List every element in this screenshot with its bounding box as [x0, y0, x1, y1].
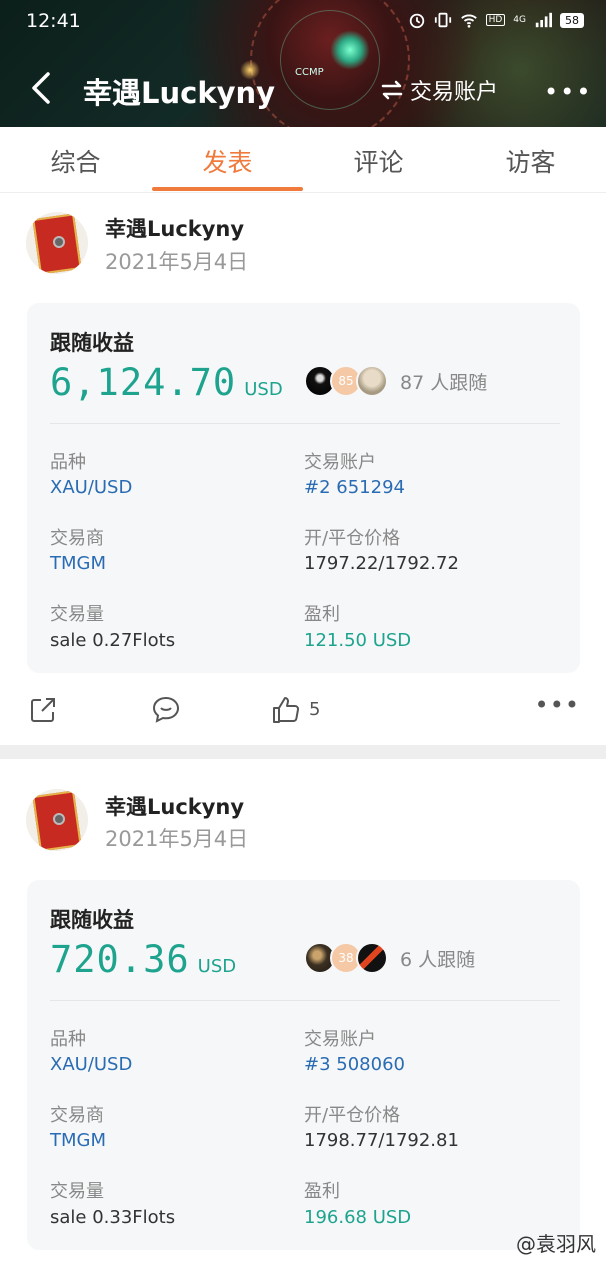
battery-icon: 58: [560, 12, 584, 28]
profile-tabs: 综合 发表 评论 访客: [0, 127, 606, 193]
broker-value[interactable]: TMGM: [50, 1130, 106, 1151]
followers-group[interactable]: 85 87 人跟随: [304, 365, 487, 397]
trade-card[interactable]: 跟随收益 6,124.70 USD 85 87 人跟随 品种 XAU/USD 交易…: [27, 303, 580, 673]
post-actions: 5 •••: [0, 685, 606, 735]
volume-value: sale 0.33Flots: [50, 1207, 176, 1228]
switch-account-button[interactable]: 交易账户: [380, 74, 498, 106]
active-tab-indicator: [152, 187, 303, 191]
avatar[interactable]: [26, 789, 88, 851]
broker-label: 交易商: [50, 528, 104, 549]
page-title: 幸遇Luckyny: [83, 76, 276, 110]
account-value[interactable]: #3 508060: [304, 1054, 405, 1075]
follow-profit-label: 跟随收益: [50, 331, 134, 355]
like-icon[interactable]: [271, 695, 301, 725]
status-time: 12:41: [26, 10, 81, 32]
volume-label: 交易量: [50, 1181, 104, 1202]
follow-profit-label: 跟随收益: [50, 908, 134, 932]
status-icons: HD 4G 58: [408, 11, 584, 29]
follow-profit-amount: 6,124.70 USD: [50, 361, 283, 404]
price-value: 1798.77/1792.81: [304, 1130, 459, 1151]
signal-icon: [535, 12, 552, 28]
tab-comments[interactable]: 评论: [303, 143, 454, 179]
tab-visitors[interactable]: 访客: [455, 143, 606, 179]
wifi-icon: [460, 14, 477, 28]
profit-value: 196.68 USD: [304, 1207, 412, 1228]
followers-count: 87 人跟随: [400, 371, 488, 394]
symbol-label: 品种: [50, 452, 86, 473]
back-arrow-icon[interactable]: [28, 70, 54, 106]
comment-icon[interactable]: [151, 695, 181, 725]
vibrate-icon: [434, 12, 451, 28]
alarm-icon: [409, 13, 424, 29]
account-value[interactable]: #2 651294: [304, 477, 405, 498]
broker-value[interactable]: TMGM: [50, 553, 106, 574]
like-count: 5: [309, 699, 321, 720]
followers-count: 6 人跟随: [400, 948, 476, 971]
watermark: @袁羽风: [516, 1232, 596, 1256]
follow-profit-amount: 720.36 USD: [50, 938, 237, 981]
profit-value: 121.50 USD: [304, 630, 412, 651]
post-date: 2021年5月4日: [105, 827, 249, 851]
account-label: 交易账户: [304, 1029, 376, 1050]
symbol-value[interactable]: XAU/USD: [50, 1054, 132, 1075]
symbol-label: 品种: [50, 1029, 86, 1050]
post-more-icon[interactable]: •••: [535, 691, 580, 719]
price-label: 开/平仓价格: [304, 528, 401, 549]
banner-decoration: [330, 30, 370, 70]
follower-avatar: [356, 365, 388, 397]
trade-card[interactable]: 跟随收益 720.36 USD 38 6 人跟随 品种 XAU/USD 交易账户 …: [27, 880, 580, 1250]
avatar[interactable]: [26, 212, 88, 274]
followers-group[interactable]: 38 6 人跟随: [304, 942, 475, 974]
post-author[interactable]: 幸遇Luckyny: [105, 213, 244, 243]
hd-badge: HD: [485, 14, 506, 26]
volume-value: sale 0.27Flots: [50, 630, 176, 651]
swap-icon: [381, 80, 403, 100]
more-menu-icon[interactable]: •••: [544, 78, 592, 106]
banner-text: CCMP: [295, 67, 324, 78]
broker-label: 交易商: [50, 1105, 104, 1126]
profit-label: 盈利: [304, 1181, 340, 1202]
post-author[interactable]: 幸遇Luckyny: [105, 791, 244, 821]
profit-label: 盈利: [304, 604, 340, 625]
divider: [50, 1000, 560, 1001]
account-label: 交易账户: [304, 452, 376, 473]
post-separator: [0, 745, 606, 759]
network-type: 4G: [513, 15, 526, 25]
price-label: 开/平仓价格: [304, 1105, 401, 1126]
share-icon[interactable]: [28, 695, 58, 725]
divider: [50, 423, 560, 424]
price-value: 1797.22/1792.72: [304, 553, 459, 574]
volume-label: 交易量: [50, 604, 104, 625]
tab-overview[interactable]: 综合: [0, 143, 151, 179]
post-date: 2021年5月4日: [105, 250, 249, 274]
header-banner: CCMP 12:41 HD 4G 58 幸遇Luckyny 交易账户 •••: [0, 0, 606, 127]
follower-avatar: [356, 942, 388, 974]
symbol-value[interactable]: XAU/USD: [50, 477, 132, 498]
switch-account-label: 交易账户: [410, 80, 499, 105]
tab-posts[interactable]: 发表: [152, 143, 303, 179]
